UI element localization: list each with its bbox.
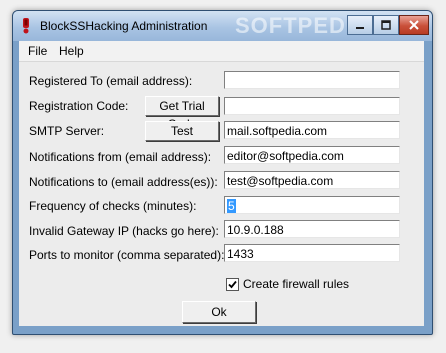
ok-button[interactable]: Ok [182,301,256,323]
registered-to-label: Registered To (email address): [29,74,193,88]
minimize-button[interactable] [347,15,373,35]
notifications-to-label: Notifications to (email address(es)): [29,175,218,189]
test-button[interactable]: Test [145,121,219,141]
close-button[interactable] [399,15,429,35]
registered-to-input[interactable] [224,71,400,89]
frequency-input[interactable]: 5 [224,196,400,214]
dialog-body: File Help Registered To (email address):… [19,41,424,326]
get-trial-code-button[interactable]: Get Trial Code [145,96,219,131]
frequency-label: Frequency of checks (minutes): [29,199,197,213]
title-bar[interactable]: BlockSSHacking Administration SOFTPEDIA [13,11,432,41]
menu-help[interactable]: Help [57,44,86,58]
frequency-value: 5 [227,199,236,213]
ports-input[interactable]: 1433 [224,244,400,262]
minimize-icon [356,27,364,29]
checkmark-icon [228,280,237,289]
notifications-to-input[interactable]: test@softpedia.com [224,171,400,189]
close-icon [409,20,419,30]
menu-bar: File Help [19,41,424,62]
firewall-rules-checkbox[interactable] [226,278,239,291]
registration-code-input[interactable] [224,97,400,115]
ports-label: Ports to monitor (comma separated): [29,248,225,262]
menu-file[interactable]: File [26,44,49,58]
notifications-from-label: Notifications from (email address): [29,150,212,164]
app-window: BlockSSHacking Administration SOFTPEDIA … [12,10,433,335]
exclamation-icon [23,18,29,34]
smtp-server-label: SMTP Server: [29,124,105,138]
firewall-rules-label[interactable]: Create firewall rules [243,277,349,291]
invalid-gateway-label: Invalid Gateway IP (hacks go here): [29,224,219,238]
maximize-button[interactable] [373,15,399,35]
window-title: BlockSSHacking Administration [40,19,208,33]
invalid-gateway-input[interactable]: 10.9.0.188 [224,220,400,238]
notifications-from-input[interactable]: editor@softpedia.com [224,146,400,164]
maximize-icon [381,20,391,30]
registration-code-label: Registration Code: [29,99,129,113]
smtp-server-input[interactable]: mail.softpedia.com [224,121,400,139]
